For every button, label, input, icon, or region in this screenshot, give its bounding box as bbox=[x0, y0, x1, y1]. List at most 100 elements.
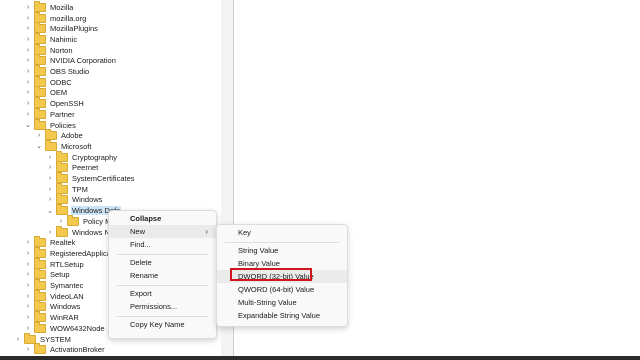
tree-node-winrar[interactable]: › WinRAR bbox=[24, 311, 80, 323]
tree-node-realtek[interactable]: › Realtek bbox=[24, 236, 76, 248]
folder-icon bbox=[34, 311, 46, 323]
chevron-right-icon[interactable]: › bbox=[46, 186, 54, 193]
tree-node-label: SYSTEM bbox=[40, 334, 71, 344]
menu-item-label: Delete bbox=[130, 258, 152, 267]
chevron-right-icon[interactable]: › bbox=[24, 250, 32, 257]
chevron-right-icon[interactable]: › bbox=[24, 271, 32, 278]
tree-node-peernet[interactable]: › Peernet bbox=[46, 161, 99, 174]
tree-node-label: Mozilla bbox=[50, 2, 74, 12]
chevron-right-icon[interactable]: › bbox=[24, 15, 32, 22]
tree-node-symantec[interactable]: › Symantec bbox=[24, 279, 84, 291]
chevron-right-icon[interactable]: › bbox=[46, 154, 54, 161]
chevron-right-icon[interactable]: › bbox=[35, 132, 43, 139]
tree-node-windows[interactable]: › Windows bbox=[46, 193, 103, 206]
submenu-item-string-value[interactable]: String Value bbox=[217, 244, 347, 257]
chevron-right-icon[interactable]: › bbox=[46, 196, 54, 203]
tree-node-openssh[interactable]: › OpenSSH bbox=[24, 97, 85, 109]
menu-separator bbox=[117, 284, 208, 286]
chevron-right-icon[interactable]: › bbox=[24, 100, 32, 107]
menu-item-new[interactable]: New › bbox=[109, 225, 216, 238]
folder-icon bbox=[34, 118, 46, 130]
tree-node-label: NVIDIA Corporation bbox=[50, 56, 116, 66]
menu-item-label: String Value bbox=[238, 246, 279, 255]
chevron-right-icon[interactable]: › bbox=[24, 261, 32, 268]
chevron-right-icon[interactable]: › bbox=[24, 4, 32, 11]
chevron-right-icon[interactable]: › bbox=[24, 111, 32, 118]
tree-node-partner[interactable]: › Partner bbox=[24, 107, 76, 120]
tree-node-tpm[interactable]: › TPM bbox=[46, 182, 89, 195]
menu-item-copy-key-name[interactable]: Copy Key Name bbox=[109, 318, 216, 331]
menu-item-delete[interactable]: Delete bbox=[109, 256, 216, 269]
chevron-down-icon[interactable]: ⌄ bbox=[46, 207, 54, 215]
menu-item-rename[interactable]: Rename bbox=[109, 269, 216, 282]
tree-node-adobe[interactable]: › Adobe bbox=[35, 129, 84, 141]
chevron-right-icon[interactable]: › bbox=[46, 229, 54, 236]
tree-node-oem[interactable]: › OEM bbox=[24, 86, 68, 99]
tree-node-label: VideoLAN bbox=[50, 291, 84, 301]
chevron-right-icon[interactable]: › bbox=[24, 47, 32, 54]
tree-node-label: ActivationBroker bbox=[50, 345, 105, 355]
chevron-right-icon[interactable]: › bbox=[24, 282, 32, 289]
menu-item-label: Collapse bbox=[130, 214, 162, 223]
chevron-down-icon[interactable]: ⌄ bbox=[24, 121, 32, 129]
menu-item-label: New bbox=[130, 227, 146, 236]
menu-item-find[interactable]: Find... bbox=[109, 238, 216, 251]
folder-icon bbox=[56, 204, 68, 216]
folder-icon bbox=[34, 65, 46, 77]
chevron-right-icon[interactable]: › bbox=[57, 218, 65, 225]
tree-node-label: Norton bbox=[50, 45, 73, 55]
folder-icon bbox=[34, 300, 46, 312]
chevron-right-icon[interactable]: › bbox=[46, 164, 54, 171]
chevron-right-icon[interactable]: › bbox=[24, 303, 32, 310]
chevron-right-icon[interactable]: › bbox=[24, 25, 32, 32]
chevron-right-icon[interactable]: › bbox=[24, 239, 32, 246]
folder-icon bbox=[56, 161, 68, 173]
chevron-right-icon[interactable]: › bbox=[24, 79, 32, 86]
chevron-right-icon[interactable]: › bbox=[24, 57, 32, 64]
tree-node-activationbroker[interactable]: › ActivationBroker bbox=[24, 343, 106, 355]
chevron-right-icon[interactable]: › bbox=[24, 293, 32, 300]
menu-item-export[interactable]: Export bbox=[109, 287, 216, 300]
chevron-right-icon[interactable]: › bbox=[24, 89, 32, 96]
chevron-right-icon[interactable]: › bbox=[46, 175, 54, 182]
tree-node-label: MozillaPlugins bbox=[50, 24, 98, 34]
menu-item-label: Expandable String Value bbox=[238, 311, 321, 320]
tree-node-windows[interactable]: › Windows bbox=[24, 300, 81, 313]
submenu-item-multi-string-value[interactable]: Multi-String Value bbox=[217, 296, 347, 309]
folder-icon bbox=[34, 268, 46, 280]
submenu-item-key[interactable]: Key bbox=[217, 226, 347, 239]
menu-item-permissions[interactable]: Permissions... bbox=[109, 300, 216, 313]
folder-icon bbox=[34, 32, 46, 44]
chevron-right-icon[interactable]: › bbox=[24, 314, 32, 321]
chevron-right-icon[interactable]: › bbox=[24, 68, 32, 75]
tree-node-norton[interactable]: › Norton bbox=[24, 43, 74, 56]
folder-icon bbox=[34, 107, 46, 119]
tree-node-label: SystemCertificates bbox=[72, 174, 135, 184]
tree-node-microsoft[interactable]: ⌄ Microsoft bbox=[35, 139, 92, 152]
tree-node-system[interactable]: › SYSTEM bbox=[14, 332, 72, 345]
tree-node-windows-nt[interactable]: › Windows NT bbox=[46, 225, 116, 238]
tree-node-label: Realtek bbox=[50, 238, 76, 248]
chevron-right-icon[interactable]: › bbox=[24, 346, 32, 353]
tree-node-label: ODBC bbox=[50, 77, 72, 87]
submenu-item-qword-64-bit-value[interactable]: QWORD (64-bit) Value bbox=[217, 283, 347, 296]
tree-node-wow6432node[interactable]: › WOW6432Node bbox=[24, 321, 106, 334]
submenu-item-expandable-string-value[interactable]: Expandable String Value bbox=[217, 309, 347, 322]
chevron-down-icon[interactable]: ⌄ bbox=[35, 142, 43, 150]
tree-node-label: WOW6432Node bbox=[50, 323, 105, 333]
tree-node-label: Peernet bbox=[72, 163, 99, 173]
tree-node-odbc[interactable]: › ODBC bbox=[24, 75, 73, 88]
folder-icon bbox=[56, 225, 68, 237]
folder-icon bbox=[56, 182, 68, 194]
tree-node-label: OBS Studio bbox=[50, 67, 90, 77]
chevron-right-icon[interactable]: › bbox=[24, 36, 32, 43]
menu-item-collapse[interactable]: Collapse bbox=[109, 212, 216, 225]
chevron-right-icon[interactable]: › bbox=[14, 336, 22, 343]
tree-node-mozilla[interactable]: › Mozilla bbox=[24, 0, 74, 13]
folder-icon bbox=[34, 289, 46, 301]
tree-node-nahimic[interactable]: › Nahimic bbox=[24, 32, 78, 45]
chevron-right-icon[interactable]: › bbox=[24, 325, 32, 332]
tree-node-label: Policies bbox=[50, 120, 76, 130]
tree-node-setup[interactable]: › Setup bbox=[24, 268, 71, 281]
folder-icon bbox=[45, 129, 57, 141]
